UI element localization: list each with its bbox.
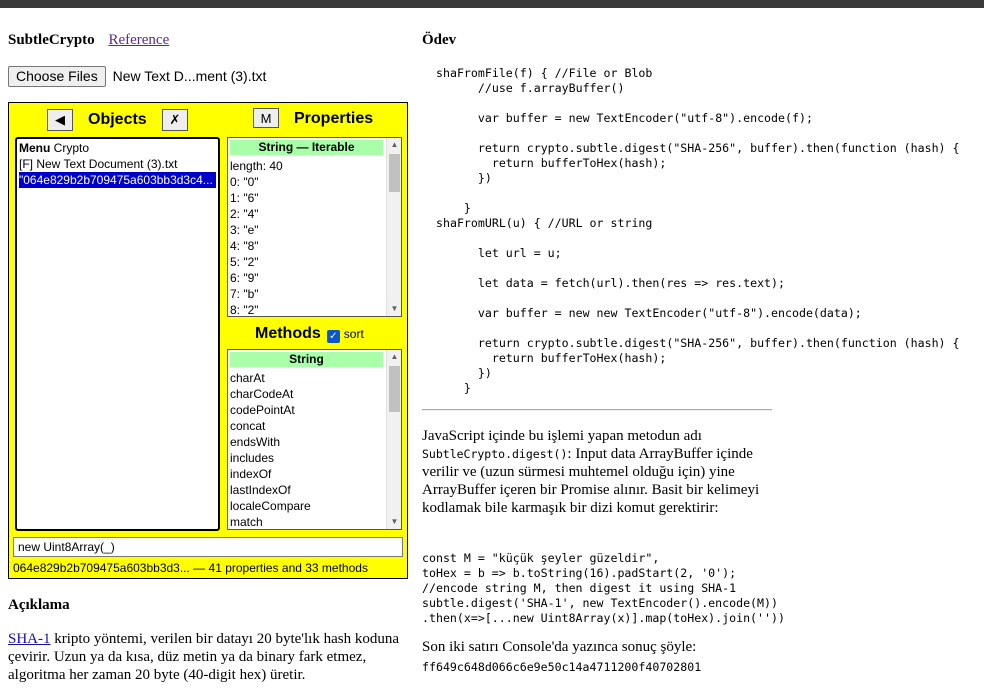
property-item[interactable]: 6: "9" (229, 270, 384, 286)
scroll-up-icon[interactable]: ▲ (387, 350, 401, 364)
property-item[interactable]: length: 40 (229, 158, 384, 174)
property-item[interactable]: 2: "4" (229, 206, 384, 222)
digest-paragraph: JavaScript içinde bu işlemi yapan metodu… (422, 428, 760, 516)
method-item[interactable]: match (229, 514, 384, 529)
properties-header: String — Iterable (230, 140, 383, 155)
methods-header-row: Methods ✓ sort (255, 325, 364, 343)
file-chooser: Choose Files New Text D...ment (3).txt (8, 66, 266, 87)
property-item[interactable]: 5: "2" (229, 254, 384, 270)
list-item[interactable]: [F] New Text Document (3).txt (19, 156, 216, 172)
scroll-down-icon[interactable]: ▼ (387, 515, 401, 529)
methods-title: Methods (255, 325, 321, 342)
list-item-selected[interactable]: "064e829b2b709475a603bb3d3c4... (19, 172, 216, 188)
method-item[interactable]: endsWith (229, 434, 384, 450)
scroll-thumb[interactable] (389, 154, 400, 192)
method-item[interactable]: indexOf (229, 466, 384, 482)
reference-link[interactable]: Reference (108, 32, 169, 48)
odev-code-block: shaFromFile(f) { //File or Blob //use f.… (436, 66, 960, 395)
method-item[interactable]: concat (229, 418, 384, 434)
command-input[interactable]: new Uint8Array(_) (13, 537, 403, 557)
method-item[interactable]: codePointAt (229, 402, 384, 418)
list-item[interactable]: Menu Crypto (19, 140, 216, 156)
digest-code-inline: SubtleCrypto.digest() (422, 447, 568, 461)
back-arrow-icon: ◀ (55, 112, 65, 127)
close-icon: ✗ (169, 112, 181, 127)
title-row: SubtleCrypto Reference (8, 32, 169, 49)
methods-list: String charAt charCodeAt codePointAt con… (227, 349, 402, 530)
objects-title: Objects (88, 111, 147, 128)
aciklama-heading: Açıklama (8, 597, 70, 613)
scroll-thumb[interactable] (389, 366, 400, 412)
scroll-up-icon[interactable]: ▲ (387, 138, 401, 152)
property-item[interactable]: 4: "8" (229, 238, 384, 254)
methods-header: String (230, 352, 383, 367)
m-button[interactable]: M (253, 108, 279, 128)
method-item[interactable]: localeCompare (229, 498, 384, 514)
sort-checkbox[interactable]: ✓ (326, 330, 340, 343)
sha1-link[interactable]: SHA-1 (8, 631, 51, 647)
method-item[interactable]: charAt (229, 370, 384, 386)
sort-label: sort (343, 327, 364, 341)
status-line: 064e829b2b709475a603bb3d3... — 41 proper… (13, 561, 368, 575)
scroll-down-icon[interactable]: ▼ (387, 302, 401, 316)
close-button[interactable]: ✗ (162, 109, 188, 131)
method-item[interactable]: charCodeAt (229, 386, 384, 402)
methods-scrollbar[interactable]: ▲ ▼ (386, 350, 401, 529)
aciklama-text: kripto yöntemi, verilen bir datayı 20 by… (8, 631, 399, 683)
chosen-file-name: New Text D...ment (3).txt (112, 68, 267, 84)
property-item[interactable]: 8: "2" (229, 302, 384, 316)
method-item[interactable]: lastIndexOf (229, 482, 384, 498)
properties-title: Properties (294, 110, 374, 127)
properties-list: String — Iterable length: 40 0: "0" 1: "… (227, 137, 402, 317)
result-label: Son iki satırı Console'da yazınca sonuç … (422, 639, 697, 655)
property-item[interactable]: 7: "b" (229, 286, 384, 302)
property-item[interactable]: 0: "0" (229, 174, 384, 190)
browser-top-bar (0, 0, 984, 8)
objects-list: Menu Crypto [F] New Text Document (3).tx… (15, 137, 220, 531)
choose-files-button[interactable]: Choose Files (8, 66, 106, 87)
app-title: SubtleCrypto (8, 32, 95, 48)
property-item[interactable]: 3: "e" (229, 222, 384, 238)
method-item[interactable]: includes (229, 450, 384, 466)
object-inspector-panel: ◀ Objects ✗ M Properties Menu Crypto [F]… (8, 102, 408, 579)
result-value: ff649c648d066c6e9e50c14a4711200f40702801 (422, 660, 702, 674)
aciklama-paragraph: SHA-1 kripto yöntemi, verilen bir datayı… (8, 630, 408, 684)
divider (422, 409, 772, 411)
property-item[interactable]: 1: "6" (229, 190, 384, 206)
example-code-block: const M = "küçük şeyler güzeldir", toHex… (422, 551, 785, 625)
odev-heading: Ödev (422, 32, 457, 48)
m-button-label: M (260, 110, 272, 126)
properties-scrollbar[interactable]: ▲ ▼ (386, 138, 401, 316)
back-button[interactable]: ◀ (47, 109, 73, 131)
